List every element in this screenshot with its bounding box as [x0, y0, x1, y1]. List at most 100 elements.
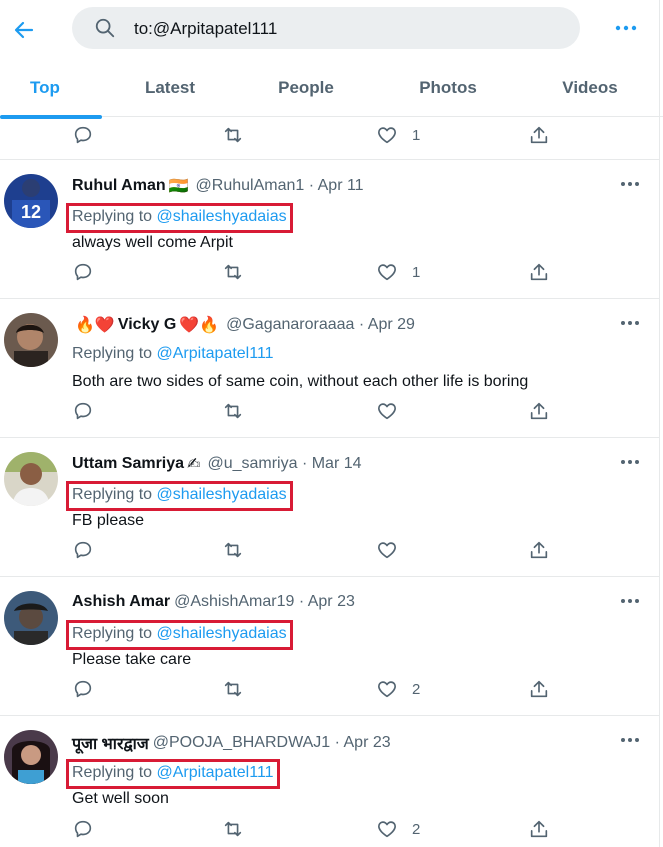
tweet-more-button[interactable]: [616, 452, 644, 472]
reply-button[interactable]: [72, 257, 94, 287]
avatar[interactable]: [4, 452, 58, 506]
tweet-partial[interactable]: 1: [0, 117, 660, 160]
tweet-more-button[interactable]: [616, 730, 644, 750]
avatar-image: [4, 452, 58, 506]
reply-icon: [74, 541, 92, 559]
tweet[interactable]: Ashish Amar @AshishAmar19 · Apr 23 Reply…: [0, 577, 660, 716]
share-button[interactable]: [528, 257, 550, 287]
tweet[interactable]: 12 Ruhul Aman 🇮🇳 @RuhulAman1 · Apr 11 Re…: [0, 160, 660, 299]
handle-and-date[interactable]: @POOJA_BHARDWAJ1 · Apr 23: [153, 734, 391, 752]
share-button[interactable]: [528, 120, 550, 150]
like-count: 2: [412, 820, 421, 838]
tweet-actions: [72, 535, 552, 565]
tweet-author: 🔥❤️ Vicky G ❤️🔥 @Gaganaroraaaa · Apr 29: [72, 315, 415, 335]
reply-button[interactable]: [72, 535, 94, 565]
tweet[interactable]: पूजा भारद्वाज @POOJA_BHARDWAJ1 · Apr 23 …: [0, 716, 660, 847]
more-dots-icon: [621, 460, 639, 464]
tweet-more-button[interactable]: [616, 174, 644, 194]
more-dots-icon: [615, 25, 637, 31]
avatar[interactable]: [4, 313, 58, 367]
tweet-actions: 2: [72, 814, 552, 844]
tab-photos[interactable]: Photos: [398, 60, 498, 116]
mention-link[interactable]: @Arpitapatel111: [157, 764, 274, 781]
like-button[interactable]: 2: [376, 674, 420, 704]
like-button[interactable]: [376, 396, 412, 426]
tweet-author: Ruhul Aman 🇮🇳 @RuhulAman1 · Apr 11: [72, 176, 364, 196]
share-icon: [530, 820, 548, 838]
search-input[interactable]: to:@Arpitapatel111: [72, 7, 580, 49]
reply-icon: [74, 680, 92, 698]
mention-link[interactable]: @shaileshyadaias: [157, 486, 287, 503]
replying-to-label: Replying to: [72, 345, 153, 362]
tab-latest[interactable]: Latest: [120, 60, 220, 116]
display-name[interactable]: Uttam Samriya: [72, 455, 184, 473]
replying-to-label: Replying to: [72, 625, 153, 642]
tab-people[interactable]: People: [256, 60, 356, 116]
heart-icon: [378, 681, 396, 698]
share-button[interactable]: [528, 814, 550, 844]
avatar[interactable]: [4, 591, 58, 645]
handle-and-date[interactable]: @AshishAmar19 · Apr 23: [174, 593, 355, 611]
search-tabs: Top Latest People Photos Videos: [0, 60, 663, 119]
mention-link[interactable]: @Arpitapatel111: [157, 345, 274, 362]
share-icon: [530, 541, 548, 559]
avatar[interactable]: 12: [4, 174, 58, 228]
handle-and-date[interactable]: @RuhulAman1 · Apr 11: [196, 177, 364, 195]
avatar[interactable]: [4, 730, 58, 784]
like-button[interactable]: 1: [376, 257, 420, 287]
replying-to: Replying to @Arpitapatel111: [66, 342, 280, 372]
replying-to: Replying to @shaileshyadaias: [66, 481, 293, 511]
handle-and-date[interactable]: @u_samriya · Mar 14: [207, 455, 361, 473]
back-arrow-icon: [14, 21, 34, 39]
retweet-button[interactable]: [222, 535, 244, 565]
fire-heart-emoji: 🔥❤️: [75, 317, 115, 334]
tab-videos[interactable]: Videos: [540, 60, 640, 116]
like-button[interactable]: [376, 535, 412, 565]
tweet-text: Please take care: [72, 651, 192, 668]
replying-to: Replying to @shaileshyadaias: [66, 203, 293, 233]
tweet[interactable]: 🔥❤️ Vicky G ❤️🔥 @Gaganaroraaaa · Apr 29 …: [0, 299, 660, 438]
retweet-button[interactable]: [222, 257, 244, 287]
share-button[interactable]: [528, 396, 550, 426]
retweet-button[interactable]: [222, 674, 244, 704]
avatar-image: [4, 730, 58, 784]
search-query[interactable]: to:@Arpitapatel111: [134, 19, 277, 39]
retweet-button[interactable]: [222, 120, 244, 150]
retweet-button[interactable]: [222, 396, 244, 426]
back-button[interactable]: [6, 12, 42, 48]
heart-icon: [378, 821, 396, 838]
tweet-more-button[interactable]: [616, 591, 644, 611]
display-name[interactable]: पूजा भारद्वाज: [72, 732, 149, 754]
like-button[interactable]: 1: [376, 120, 420, 150]
reply-button[interactable]: [72, 814, 94, 844]
heart-icon: [378, 403, 396, 420]
tweet-actions: 1: [72, 120, 552, 150]
svg-text:12: 12: [21, 202, 41, 222]
mention-link[interactable]: @shaileshyadaias: [157, 625, 287, 642]
retweet-icon: [224, 127, 242, 143]
tweet-more-button[interactable]: [616, 313, 644, 333]
mention-link[interactable]: @shaileshyadaias: [157, 208, 287, 225]
reply-button[interactable]: [72, 674, 94, 704]
display-name[interactable]: Ashish Amar: [72, 593, 170, 611]
share-button[interactable]: [528, 674, 550, 704]
tab-top[interactable]: Top: [0, 60, 90, 116]
like-count: 1: [412, 263, 421, 281]
reply-button[interactable]: [72, 120, 94, 150]
search-icon: [95, 18, 115, 38]
tweet-author: Uttam Samriya ✍ @u_samriya · Mar 14: [72, 454, 362, 474]
display-name[interactable]: Ruhul Aman: [72, 177, 166, 195]
avatar-image: [4, 591, 58, 645]
reply-button[interactable]: [72, 396, 94, 426]
more-options-button[interactable]: [610, 12, 642, 44]
like-button[interactable]: 2: [376, 814, 420, 844]
top-bar: to:@Arpitapatel111: [0, 0, 663, 60]
heart-icon: [378, 264, 396, 281]
handle-and-date[interactable]: @Gaganaroraaaa · Apr 29: [226, 316, 415, 334]
retweet-icon: [224, 403, 242, 419]
share-button[interactable]: [528, 535, 550, 565]
display-name[interactable]: Vicky G: [118, 316, 176, 334]
tweet-actions: 1: [72, 257, 552, 287]
tweet[interactable]: Uttam Samriya ✍ @u_samriya · Mar 14 Repl…: [0, 438, 660, 577]
retweet-button[interactable]: [222, 814, 244, 844]
